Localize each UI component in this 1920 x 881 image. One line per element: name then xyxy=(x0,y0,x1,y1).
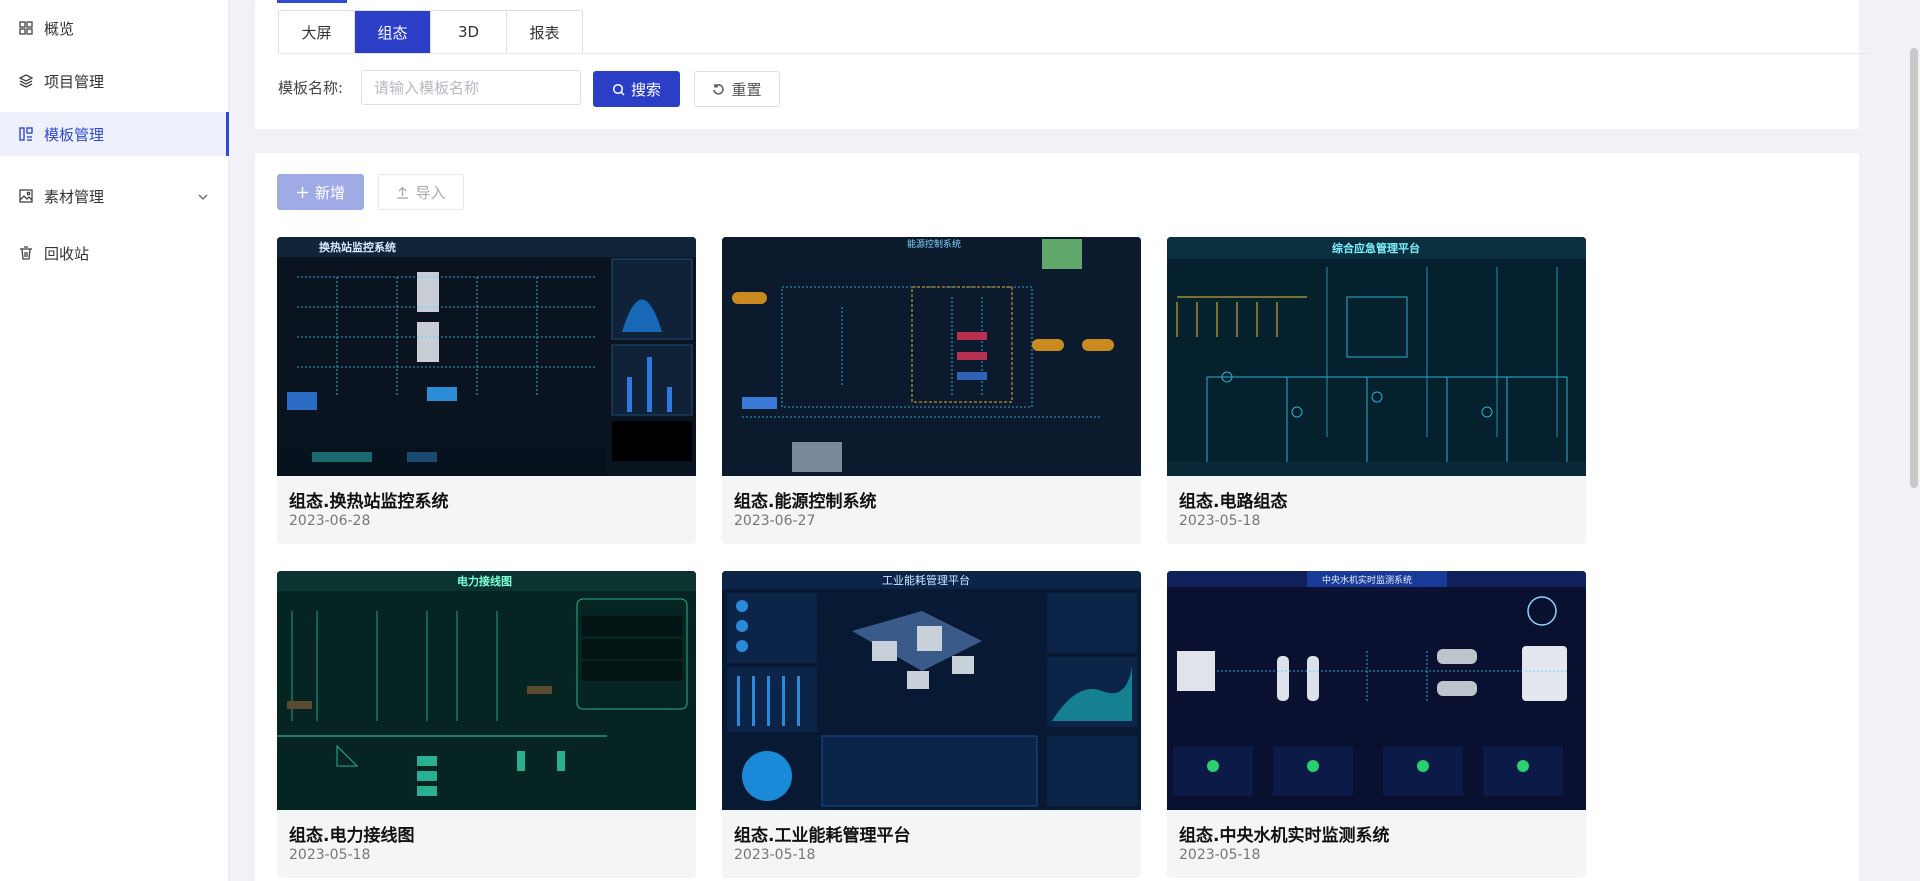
template-date: 2023-06-28 xyxy=(289,513,371,529)
grid-icon xyxy=(18,20,34,36)
template-list-panel: 新增 导入 换热站监控系统 组态.换热站监控系统 2023-06-28 能源控制… xyxy=(255,153,1859,881)
top-accent-bar xyxy=(277,0,347,3)
chevron-down-icon[interactable] xyxy=(197,189,209,207)
template-title: 组态.能源控制系统 xyxy=(734,492,877,512)
template-title: 组态.换热站监控系统 xyxy=(289,492,449,512)
template-thumbnail: 中央水机实时监测系统 xyxy=(1167,571,1586,810)
svg-text:能源控制系统: 能源控制系统 xyxy=(907,238,961,250)
reset-button-label: 重置 xyxy=(731,80,762,99)
tab-3d[interactable]: 3D xyxy=(431,11,507,53)
trash-icon xyxy=(18,245,34,261)
sidebar-item-label: 项目管理 xyxy=(44,72,105,91)
template-thumbnail: 工业能耗管理平台 xyxy=(722,571,1141,810)
svg-text:工业能耗管理平台: 工业能耗管理平台 xyxy=(882,573,970,587)
template-title: 组态.中央水机实时监测系统 xyxy=(1179,826,1390,846)
template-date: 2023-05-18 xyxy=(289,847,371,863)
template-title: 组态.电力接线图 xyxy=(289,826,415,846)
template-icon xyxy=(18,126,34,142)
svg-text:电力接线图: 电力接线图 xyxy=(457,574,512,588)
tabs-divider xyxy=(278,53,1869,54)
template-card[interactable]: 能源控制系统 组态.能源控制系统 2023-06-27 xyxy=(722,237,1141,544)
template-type-tabs: 大屏 组态 3D 报表 xyxy=(278,10,583,54)
sidebar-item-assets[interactable]: 素材管理 xyxy=(0,174,229,218)
upload-icon xyxy=(396,186,409,199)
import-button[interactable]: 导入 xyxy=(378,174,464,210)
template-thumbnail: 综合应急管理平台 xyxy=(1167,237,1586,476)
template-date: 2023-05-18 xyxy=(1179,513,1261,529)
tab-report[interactable]: 报表 xyxy=(507,11,582,53)
search-button-label: 搜索 xyxy=(630,80,661,99)
tab-dashboard[interactable]: 大屏 xyxy=(279,11,355,53)
add-button-label: 新增 xyxy=(314,183,345,202)
template-card[interactable]: 中央水机实时监测系统 组态.中央水机实时监测系统 2023-05-18 xyxy=(1167,571,1586,878)
sidebar-item-templates[interactable]: 模板管理 xyxy=(0,112,229,156)
template-card[interactable]: 换热站监控系统 组态.换热站监控系统 2023-06-28 xyxy=(277,237,696,544)
sidebar-item-label: 概览 xyxy=(44,19,75,38)
add-button[interactable]: 新增 xyxy=(277,174,364,210)
svg-text:换热站监控系统: 换热站监控系统 xyxy=(319,240,396,254)
template-card[interactable]: 电力接线图 组态.电力接线图 2023-05-18 xyxy=(277,571,696,878)
sidebar-item-projects[interactable]: 项目管理 xyxy=(0,59,229,103)
plus-icon xyxy=(296,186,309,199)
search-button[interactable]: 搜索 xyxy=(593,71,680,107)
template-date: 2023-06-27 xyxy=(734,513,816,529)
tab-scada[interactable]: 组态 xyxy=(355,11,431,53)
template-thumbnail: 换热站监控系统 xyxy=(277,237,696,476)
template-title: 组态.工业能耗管理平台 xyxy=(734,826,911,846)
search-icon xyxy=(612,83,625,96)
template-card[interactable]: 综合应急管理平台 组态.电路组态 2023-05-18 xyxy=(1167,237,1586,544)
template-name-input[interactable] xyxy=(361,70,581,105)
template-thumbnail: 能源控制系统 xyxy=(722,237,1141,476)
refresh-icon xyxy=(712,83,725,96)
image-icon xyxy=(18,188,34,204)
template-thumbnail: 电力接线图 xyxy=(277,571,696,810)
template-title: 组态.电路组态 xyxy=(1179,492,1288,512)
layers-icon xyxy=(18,73,34,89)
sidebar: 概览 项目管理 模板管理 素材管理 回收站 xyxy=(0,0,229,881)
sidebar-item-label: 素材管理 xyxy=(44,187,105,206)
sidebar-item-overview[interactable]: 概览 xyxy=(0,6,229,50)
sidebar-item-label: 模板管理 xyxy=(44,125,105,144)
svg-text:中央水机实时监测系统: 中央水机实时监测系统 xyxy=(1322,574,1412,586)
main-content: 大屏 组态 3D 报表 模板名称: 搜索 重置 新增 xyxy=(229,0,1920,881)
sidebar-item-recycle[interactable]: 回收站 xyxy=(0,231,229,275)
template-card[interactable]: 工业能耗管理平台 组态.工业能耗管理平台 2023-05-18 xyxy=(722,571,1141,878)
search-panel: 大屏 组态 3D 报表 模板名称: 搜索 重置 xyxy=(255,0,1869,129)
template-date: 2023-05-18 xyxy=(734,847,816,863)
reset-button[interactable]: 重置 xyxy=(694,71,780,107)
template-name-label: 模板名称: xyxy=(278,79,344,97)
template-date: 2023-05-18 xyxy=(1179,847,1261,863)
page-scrollbar[interactable] xyxy=(1910,48,1918,488)
svg-text:综合应急管理平台: 综合应急管理平台 xyxy=(1332,241,1420,255)
sidebar-item-label: 回收站 xyxy=(44,244,90,263)
import-button-label: 导入 xyxy=(415,183,446,202)
